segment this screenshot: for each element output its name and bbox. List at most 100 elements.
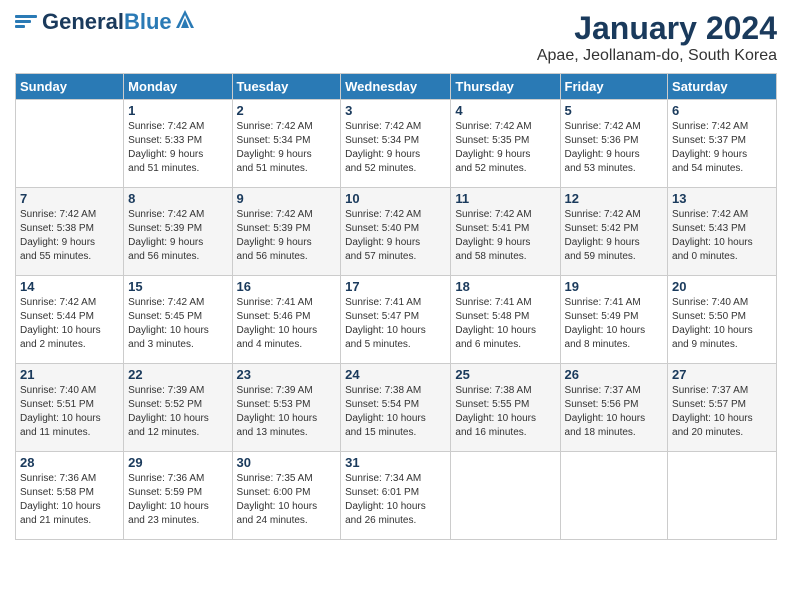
day-number: 23	[237, 367, 337, 382]
logo-lines	[15, 15, 37, 28]
day-number: 30	[237, 455, 337, 470]
daylight-text: Daylight: 10 hours and 23 minutes.	[128, 500, 227, 528]
daylight-text: Daylight: 10 hours and 16 minutes.	[455, 412, 555, 440]
sunrise-text: Sunrise: 7:41 AM	[565, 296, 664, 310]
daylight-text: Daylight: 9 hours and 52 minutes.	[345, 148, 446, 176]
day-info: Sunrise: 7:42 AMSunset: 5:45 PMDaylight:…	[128, 296, 227, 352]
sunrise-text: Sunrise: 7:39 AM	[128, 384, 227, 398]
daylight-text: Daylight: 10 hours and 3 minutes.	[128, 324, 227, 352]
day-info: Sunrise: 7:42 AMSunset: 5:36 PMDaylight:…	[565, 120, 664, 176]
day-number: 1	[128, 103, 227, 118]
sunrise-text: Sunrise: 7:42 AM	[237, 208, 337, 222]
day-number: 10	[345, 191, 446, 206]
sunset-text: Sunset: 5:55 PM	[455, 398, 555, 412]
sunrise-text: Sunrise: 7:34 AM	[345, 472, 446, 486]
calendar-cell: 4Sunrise: 7:42 AMSunset: 5:35 PMDaylight…	[451, 100, 560, 188]
sunset-text: Sunset: 5:52 PM	[128, 398, 227, 412]
day-number: 3	[345, 103, 446, 118]
calendar-cell: 28Sunrise: 7:36 AMSunset: 5:58 PMDayligh…	[16, 452, 124, 540]
day-number: 2	[237, 103, 337, 118]
daylight-text: Daylight: 10 hours and 11 minutes.	[20, 412, 119, 440]
calendar-cell	[16, 100, 124, 188]
logo: GeneralBlue	[15, 10, 194, 33]
sunrise-text: Sunrise: 7:41 AM	[237, 296, 337, 310]
calendar-cell: 12Sunrise: 7:42 AMSunset: 5:42 PMDayligh…	[560, 188, 668, 276]
col-friday: Friday	[560, 74, 668, 100]
col-sunday: Sunday	[16, 74, 124, 100]
calendar-week-row: 14Sunrise: 7:42 AMSunset: 5:44 PMDayligh…	[16, 276, 777, 364]
logo-blue: Blue	[124, 9, 172, 34]
sunrise-text: Sunrise: 7:36 AM	[20, 472, 119, 486]
calendar-cell: 2Sunrise: 7:42 AMSunset: 5:34 PMDaylight…	[232, 100, 341, 188]
sunrise-text: Sunrise: 7:40 AM	[20, 384, 119, 398]
sunset-text: Sunset: 5:39 PM	[237, 222, 337, 236]
calendar-week-row: 21Sunrise: 7:40 AMSunset: 5:51 PMDayligh…	[16, 364, 777, 452]
sunset-text: Sunset: 5:50 PM	[672, 310, 772, 324]
daylight-text: Daylight: 9 hours and 53 minutes.	[565, 148, 664, 176]
day-info: Sunrise: 7:42 AMSunset: 5:40 PMDaylight:…	[345, 208, 446, 264]
sunset-text: Sunset: 5:34 PM	[237, 134, 337, 148]
sunrise-text: Sunrise: 7:42 AM	[345, 208, 446, 222]
sunrise-text: Sunrise: 7:42 AM	[345, 120, 446, 134]
calendar-cell: 9 Sunrise: 7:42 AMSunset: 5:39 PMDaylight…	[232, 188, 341, 276]
day-info: Sunrise: 7:42 AMSunset: 5:39 PMDaylight:…	[237, 208, 337, 264]
title-block: January 2024 Apae, Jeollanam-do, South K…	[537, 10, 777, 65]
day-number: 31	[345, 455, 446, 470]
day-number: 20	[672, 279, 772, 294]
logo-line-1	[15, 15, 37, 18]
daylight-text: Daylight: 10 hours and 15 minutes.	[345, 412, 446, 440]
col-monday: Monday	[124, 74, 232, 100]
logo-text: GeneralBlue	[42, 11, 172, 33]
sunset-text: Sunset: 5:58 PM	[20, 486, 119, 500]
day-number: 16	[237, 279, 337, 294]
daylight-text: Daylight: 10 hours and 6 minutes.	[455, 324, 555, 352]
sunset-text: Sunset: 5:46 PM	[237, 310, 337, 324]
col-wednesday: Wednesday	[341, 74, 451, 100]
daylight-text: Daylight: 10 hours and 5 minutes.	[345, 324, 446, 352]
day-info: Sunrise: 7:42 AMSunset: 5:34 PMDaylight:…	[345, 120, 446, 176]
daylight-text: Daylight: 9 hours and 56 minutes.	[237, 236, 337, 264]
day-info: Sunrise: 7:41 AMSunset: 5:47 PMDaylight:…	[345, 296, 446, 352]
sunrise-text: Sunrise: 7:42 AM	[20, 296, 119, 310]
sunrise-text: Sunrise: 7:36 AM	[128, 472, 227, 486]
day-info: Sunrise: 7:37 AMSunset: 5:56 PMDaylight:…	[565, 384, 664, 440]
sunset-text: Sunset: 5:33 PM	[128, 134, 227, 148]
calendar-cell: 18Sunrise: 7:41 AMSunset: 5:48 PMDayligh…	[451, 276, 560, 364]
calendar-cell: 14Sunrise: 7:42 AMSunset: 5:44 PMDayligh…	[16, 276, 124, 364]
page-container: GeneralBlue January 2024 Apae, Jeollanam…	[0, 0, 792, 612]
sunset-text: Sunset: 5:51 PM	[20, 398, 119, 412]
day-number: 14	[20, 279, 119, 294]
calendar-cell: 3 Sunrise: 7:42 AMSunset: 5:34 PMDaylight…	[341, 100, 451, 188]
daylight-text: Daylight: 10 hours and 2 minutes.	[20, 324, 119, 352]
calendar-cell: 31Sunrise: 7:34 AMSunset: 6:01 PMDayligh…	[341, 452, 451, 540]
day-info: Sunrise: 7:38 AMSunset: 5:54 PMDaylight:…	[345, 384, 446, 440]
header: GeneralBlue January 2024 Apae, Jeollanam…	[15, 10, 777, 65]
daylight-text: Daylight: 10 hours and 12 minutes.	[128, 412, 227, 440]
day-info: Sunrise: 7:41 AMSunset: 5:48 PMDaylight:…	[455, 296, 555, 352]
sunrise-text: Sunrise: 7:41 AM	[345, 296, 446, 310]
daylight-text: Daylight: 9 hours and 54 minutes.	[672, 148, 772, 176]
day-number: 7	[20, 191, 119, 206]
calendar-cell: 7 Sunrise: 7:42 AMSunset: 5:38 PMDaylight…	[16, 188, 124, 276]
day-number: 6	[672, 103, 772, 118]
daylight-text: Daylight: 10 hours and 0 minutes.	[672, 236, 772, 264]
calendar-cell: 1 Sunrise: 7:42 AMSunset: 5:33 PMDaylight…	[124, 100, 232, 188]
calendar-week-row: 7 Sunrise: 7:42 AMSunset: 5:38 PMDaylight…	[16, 188, 777, 276]
day-info: Sunrise: 7:42 AMSunset: 5:38 PMDaylight:…	[20, 208, 119, 264]
day-info: Sunrise: 7:42 AMSunset: 5:37 PMDaylight:…	[672, 120, 772, 176]
day-info: Sunrise: 7:42 AMSunset: 5:33 PMDaylight:…	[128, 120, 227, 176]
daylight-text: Daylight: 9 hours and 59 minutes.	[565, 236, 664, 264]
daylight-text: Daylight: 9 hours and 51 minutes.	[128, 148, 227, 176]
calendar-body: 1Sunrise: 7:42 AMSunset: 5:33 PMDaylight…	[16, 100, 777, 540]
calendar-cell: 10 Sunrise: 7:42 AMSunset: 5:40 PMDayligh…	[341, 188, 451, 276]
calendar-cell: 6 Sunrise: 7:42 AMSunset: 5:37 PMDaylight…	[668, 100, 777, 188]
calendar-cell: 13 Sunrise: 7:42 AMSunset: 5:43 PMDayligh…	[668, 188, 777, 276]
day-number: 25	[455, 367, 555, 382]
day-info: Sunrise: 7:42 AMSunset: 5:42 PMDaylight:…	[565, 208, 664, 264]
day-number: 9	[237, 191, 337, 206]
day-number: 13	[672, 191, 772, 206]
sunset-text: Sunset: 6:00 PM	[237, 486, 337, 500]
day-number: 4	[455, 103, 555, 118]
day-info: Sunrise: 7:42 AMSunset: 5:43 PMDaylight:…	[672, 208, 772, 264]
sunrise-text: Sunrise: 7:39 AM	[237, 384, 337, 398]
